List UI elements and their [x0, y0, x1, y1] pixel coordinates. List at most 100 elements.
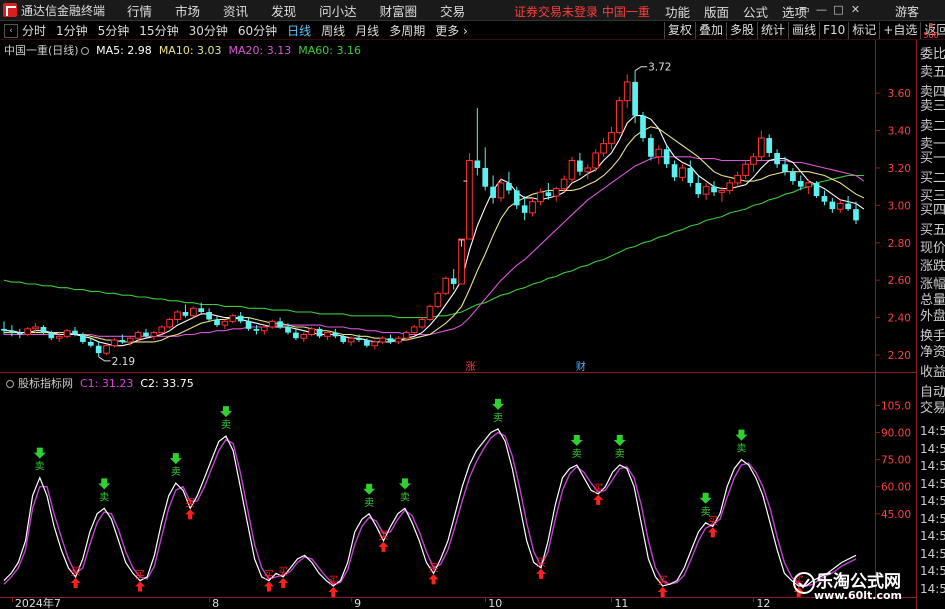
- period-monthly[interactable]: 月线: [355, 22, 379, 39]
- quote-field-label[interactable]: 交易: [920, 402, 945, 416]
- candle-body-down: [80, 334, 86, 342]
- fuquan-button[interactable]: 复权: [664, 22, 695, 39]
- quote-field-label: 现价: [920, 241, 945, 256]
- candle-body-down: [285, 326, 291, 333]
- menu-ask[interactable]: 问小达: [319, 1, 357, 20]
- menu-formula[interactable]: 公式: [743, 2, 768, 21]
- sell-arrow-icon: [33, 447, 46, 459]
- menu-trade[interactable]: 交易: [440, 1, 465, 20]
- app-window: 通达信金融终端 行情 市场 资讯 发现 问小达 财富圈 交易 证券交易未登录 中…: [0, 0, 945, 609]
- quote-field-label: 买四: [920, 203, 945, 218]
- candle-body-down: [245, 321, 252, 329]
- candle-body-down: [16, 332, 23, 335]
- candle-body-down: [506, 182, 512, 191]
- date-axis: 2024年7 8 9 10 11 12: [0, 597, 916, 609]
- menu-discover[interactable]: 发现: [271, 1, 296, 20]
- candle-body-up: [718, 189, 726, 193]
- period-multi[interactable]: 多周期: [389, 22, 425, 39]
- period-15min[interactable]: 15分钟: [139, 22, 178, 39]
- zhang-label: 涨: [465, 361, 475, 373]
- candle-body-down: [9, 330, 15, 333]
- period-30min[interactable]: 30分钟: [189, 22, 228, 39]
- mark-button[interactable]: 标记: [848, 22, 879, 39]
- multi-stock-button[interactable]: 多股: [726, 22, 757, 39]
- minimize-icon[interactable]: —: [813, 2, 830, 18]
- date-label: 12: [756, 597, 771, 609]
- menu-layout[interactable]: 版面: [704, 2, 729, 21]
- indicator-circle-icon[interactable]: [6, 380, 14, 388]
- menu-news[interactable]: 资讯: [223, 1, 248, 20]
- candle-body-up: [734, 174, 742, 184]
- candle-body-up: [552, 188, 560, 197]
- menu-functions[interactable]: 功能: [665, 2, 690, 21]
- quote-field-label[interactable]: 自动: [920, 386, 945, 400]
- period-60min[interactable]: 60分钟: [238, 22, 277, 39]
- stats-button[interactable]: 统计: [757, 22, 788, 39]
- period-5min[interactable]: 5分钟: [98, 22, 130, 39]
- quote-field-label: 外盘: [920, 309, 945, 324]
- buy-label: 买: [135, 570, 145, 582]
- f10-button[interactable]: F10: [819, 22, 848, 39]
- candle-body-down: [450, 278, 457, 284]
- add-watchlist-button[interactable]: +自选: [879, 22, 920, 39]
- quote-field-label: 卖四: [920, 85, 945, 100]
- candle-body-down: [48, 332, 55, 339]
- high-label: 3.72: [648, 62, 671, 74]
- period-more[interactable]: 更多 ›: [435, 22, 468, 39]
- kline-chart[interactable]: 3.60 3.40 3.20 3.00 2.80 2.60 2.40 2.20 3.72 2.19…: [0, 40, 916, 373]
- candle-body-up: [402, 332, 410, 339]
- candle-body-down: [277, 321, 283, 327]
- menu-wealth[interactable]: 财富圈: [380, 1, 418, 20]
- buy-arrow-icon: [707, 527, 718, 538]
- candle-body-up: [111, 339, 118, 347]
- guest-user[interactable]: 游客: [895, 3, 919, 20]
- candle-body-up: [308, 328, 316, 335]
- login-status[interactable]: 证券交易未登录 中国一重: [514, 3, 650, 20]
- menu-market-quotes[interactable]: 行情: [127, 1, 152, 20]
- close-icon[interactable]: ✕: [847, 2, 864, 18]
- candle-body-down: [237, 315, 244, 322]
- quote-field-label: 涨跌: [920, 259, 945, 274]
- candle-body-down: [671, 164, 678, 178]
- maximize-icon[interactable]: □: [830, 2, 847, 18]
- sell-label: 卖: [736, 443, 746, 455]
- ma10-line: [4, 126, 865, 343]
- period-weekly[interactable]: 周线: [321, 22, 345, 39]
- sell-label: 卖: [493, 412, 503, 424]
- candle-body-up: [742, 163, 749, 176]
- cai-label: 财: [576, 360, 586, 373]
- tick-time: 14:56: [920, 511, 945, 526]
- period-intraday[interactable]: 分时: [22, 22, 46, 39]
- menu-bar: 通达信金融终端 行情 市场 资讯 发现 问小达 财富圈 交易 证券交易未登录 中…: [0, 0, 945, 21]
- price-tick-label: 3.40: [888, 126, 911, 138]
- tick-time: 14:56: [920, 424, 945, 438]
- overlay-button[interactable]: 叠加: [695, 22, 726, 39]
- candle-body-down: [640, 115, 646, 139]
- candle-body-down: [513, 190, 520, 206]
- tick-time: 14:56: [920, 529, 945, 543]
- candle-body-up: [426, 305, 434, 320]
- price-tick-label: 2.60: [888, 275, 911, 287]
- period-1min[interactable]: 1分钟: [56, 22, 88, 39]
- candle-body-down: [198, 308, 205, 313]
- draw-line-button[interactable]: 画线: [788, 22, 819, 39]
- settings-circle-icon[interactable]: [80, 47, 89, 55]
- collapse-arrow-icon[interactable]: ‹: [4, 23, 18, 38]
- indicator-chart[interactable]: 105.090.0075.0060.0045.00卖买卖买卖买卖买 买买卖买卖买卖…: [0, 373, 916, 597]
- candle-body-down: [340, 336, 347, 342]
- candle-body-up: [268, 320, 276, 328]
- menu-market[interactable]: 市场: [175, 1, 200, 20]
- sell-label: 卖: [99, 491, 109, 503]
- indicator-legend: 股标指标网 C1: 31.23 C2: 33.75: [4, 375, 194, 391]
- candle-body-down: [648, 138, 654, 157]
- buy-label: 买: [429, 562, 439, 574]
- candle-body-up: [221, 320, 229, 326]
- restore-icon[interactable]: ▭: [796, 2, 813, 18]
- candle-body-up: [260, 326, 268, 332]
- sell-arrow-icon: [735, 429, 748, 441]
- candle-body-up: [623, 81, 631, 102]
- candle-body-up: [608, 131, 615, 145]
- candle-body-up: [600, 143, 607, 154]
- candle-body-up: [442, 277, 450, 294]
- period-daily[interactable]: 日线: [287, 22, 311, 39]
